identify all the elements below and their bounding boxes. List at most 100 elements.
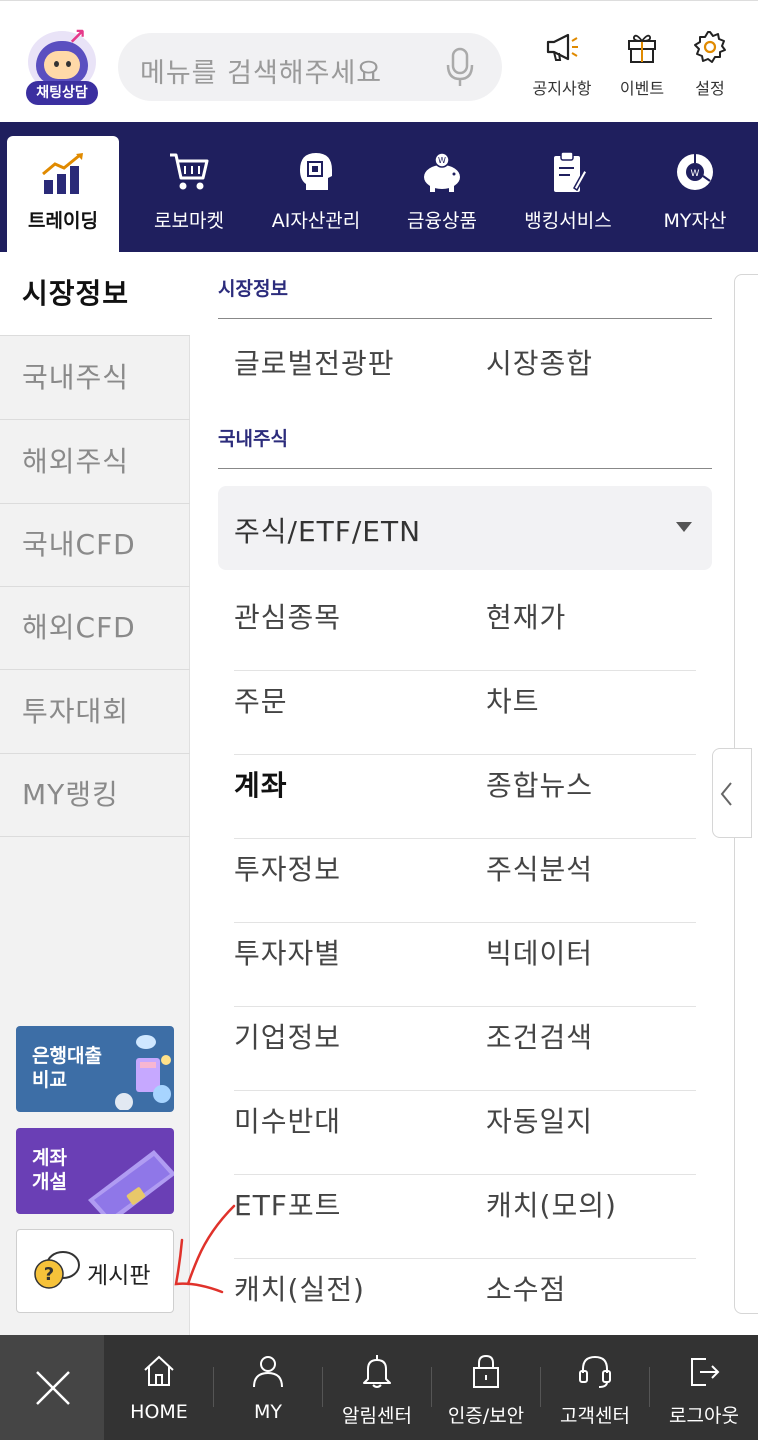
card-illustration-icon [88,1150,174,1214]
bottom-logout-button[interactable]: 로그아웃 [650,1335,758,1440]
search-placeholder: 메뉴를 검색해주세요 [140,58,383,89]
sidebar-item-my-ranking[interactable]: MY랭킹 [0,753,190,837]
bottom-support-label: 고객센터 [560,1405,630,1427]
bottom-home-button[interactable]: HOME [105,1335,213,1440]
search-input[interactable]: 메뉴를 검색해주세요 [118,33,502,101]
cart-icon [167,150,211,198]
headset-icon [577,1353,613,1393]
ai-head-icon [296,150,336,198]
top-header: ↗ 채팅상담 메뉴를 검색해주세요 공지사항 이벤트 설정 [0,0,758,122]
svg-text:W: W [691,169,700,179]
menu-link[interactable]: 자동일지 [486,1100,593,1140]
nav-tab-banking[interactable]: 뱅킹서비스 [508,122,628,252]
menu-link[interactable]: 관심종목 [234,596,341,636]
logout-icon [686,1353,722,1393]
piggy-bank-icon: W [419,150,465,198]
nav-tab-label: 뱅킹서비스 [524,210,612,232]
dropdown-value: 주식/ETF/ETN [234,515,422,548]
menu-link[interactable]: 현재가 [486,596,566,636]
nav-tab-trading[interactable]: 트레이딩 [7,136,119,252]
sidebar-item-overseas-stock[interactable]: 해외주식 [0,420,190,504]
row-divider [234,1006,696,1007]
donut-icon: W [673,150,717,198]
menu-link[interactable]: 소수점 [486,1268,566,1308]
row-divider [234,1090,696,1091]
nav-tab-financial-products[interactable]: W 금융상품 [382,122,502,252]
lock-icon [468,1353,504,1393]
chatbot-button[interactable]: ↗ 채팅상담 [22,27,102,107]
svg-text:W: W [438,156,446,165]
sidebar-item-domestic-stock[interactable]: 국내주식 [0,336,190,420]
row-divider [234,1174,696,1175]
bottom-my-button[interactable]: MY [214,1335,322,1440]
bottom-notification-button[interactable]: 알림센터 [323,1335,431,1440]
section-divider [218,318,712,319]
menu-content: 시장정보 글로벌전광판 시장종합 국내주식 주식/ETF/ETN 관심종목 현재가… [218,252,712,1343]
nav-tab-ai-asset[interactable]: AI자산관리 [256,122,376,252]
notice-button[interactable]: 공지사항 [530,29,594,105]
menu-link[interactable]: 빅데이터 [486,932,593,972]
menu-link[interactable]: 투자자별 [234,932,341,972]
event-button[interactable]: 이벤트 [610,29,674,105]
close-menu-button[interactable] [0,1335,104,1440]
nav-tab-label: AI자산관리 [271,210,361,232]
home-icon [141,1353,177,1393]
nav-tab-my-asset[interactable]: W MY자산 [636,122,754,252]
nav-tab-label: 트레이딩 [28,210,98,232]
sidebar-item-overseas-cfd[interactable]: 해외CFD [0,586,190,670]
menu-link[interactable]: 미수반대 [234,1100,341,1140]
banner-text: 은행대출 비교 [32,1045,102,1091]
sidebar-item-domestic-cfd[interactable]: 국내CFD [0,503,190,587]
gear-icon [694,31,726,63]
bottom-security-button[interactable]: 인증/보안 [432,1335,540,1440]
bottom-toolbar: HOME MY 알림센터 인증/보안 고객센터 로그아웃 [0,1335,758,1440]
menu-link[interactable]: ETF포트 [234,1184,341,1224]
row-divider [234,754,696,755]
caret-down-icon [676,522,692,532]
product-type-dropdown[interactable]: 주식/ETF/ETN [218,486,712,570]
chevron-left-icon [720,782,732,806]
bank-loan-compare-banner[interactable]: 은행대출 비교 [16,1026,174,1112]
bottom-security-label: 인증/보안 [447,1405,525,1427]
banner-text: 계좌 개설 [32,1147,67,1193]
menu-link-market-overview[interactable]: 시장종합 [486,342,593,382]
row-divider [234,1258,696,1259]
sidebar-item-market-info[interactable]: 시장정보 [0,252,190,336]
row-divider [234,922,696,923]
bottom-support-button[interactable]: 고객센터 [541,1335,649,1440]
menu-link[interactable]: 차트 [486,680,540,720]
bulletin-board-button[interactable]: ? 게시판 [16,1229,174,1313]
bottom-home-label: HOME [130,1401,188,1423]
annotation-arrow-icon [174,1204,236,1294]
notice-label: 공지사항 [532,79,592,98]
menu-link[interactable]: 종합뉴스 [486,764,593,804]
settings-button[interactable]: 설정 [678,29,742,105]
sidebar-item-investment-contest[interactable]: 투자대회 [0,670,190,754]
drawer-toggle-button[interactable] [712,748,752,838]
close-icon [36,1371,70,1405]
bulletin-board-label: 게시판 [87,1263,151,1289]
menu-link[interactable]: 주식분석 [486,848,593,888]
coins-illustration-icon [115,1035,171,1110]
menu-link[interactable]: 기업정보 [234,1016,341,1056]
section-title-market-info: 시장정보 [218,278,288,300]
account-open-banner[interactable]: 계좌 개설 [16,1128,174,1214]
megaphone-icon [546,33,578,61]
menu-link-global-board[interactable]: 글로벌전광판 [234,342,395,382]
chart-icon [40,152,86,200]
menu-link[interactable]: 계좌 [234,764,288,804]
menu-link[interactable]: 투자정보 [234,848,341,888]
menu-link[interactable]: 주문 [234,680,288,720]
gift-icon [628,34,656,63]
microphone-icon[interactable] [444,47,476,87]
bottom-logout-label: 로그아웃 [669,1405,739,1427]
event-label: 이벤트 [619,79,665,98]
nav-tab-label: 금융상품 [407,210,477,232]
menu-link[interactable]: 캐치(모의) [486,1184,617,1224]
menu-link[interactable]: 조건검색 [486,1016,593,1056]
chatbot-label: 채팅상담 [26,81,98,105]
menu-link[interactable]: 캐치(실전) [234,1268,365,1308]
nav-tab-robomarket[interactable]: 로보마켓 [128,122,250,252]
section-divider [218,468,712,469]
row-divider [234,838,696,839]
